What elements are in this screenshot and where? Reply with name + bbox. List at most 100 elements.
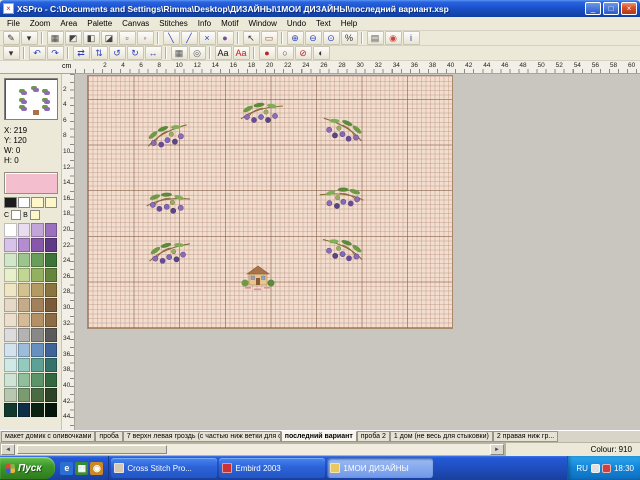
palette-swatch[interactable] [4, 403, 17, 417]
menu-text[interactable]: Text [311, 19, 336, 28]
palette-swatch[interactable] [18, 298, 31, 312]
zoom-area-tool[interactable]: ⊙ [323, 31, 340, 45]
motif-select-dropdown[interactable]: ▾ [3, 46, 20, 60]
palette-swatch[interactable] [31, 373, 44, 387]
palette-swatch[interactable] [31, 238, 44, 252]
palette-swatch[interactable] [45, 283, 58, 297]
quick-launch-icon-3[interactable]: ◉ [90, 462, 103, 475]
palette-swatch[interactable] [31, 313, 44, 327]
petite-stitch-tool[interactable]: ▫ [119, 31, 136, 45]
palette-swatch[interactable] [45, 358, 58, 372]
palette-swatch[interactable] [18, 223, 31, 237]
quarter-stitch-tool[interactable]: ◧ [83, 31, 100, 45]
menu-undo[interactable]: Undo [282, 19, 311, 28]
palette-swatch[interactable] [45, 197, 58, 208]
zoom-out-tool[interactable]: ⊖ [305, 31, 322, 45]
grid-toggle-button[interactable]: ▦ [171, 46, 188, 60]
palette-swatch[interactable] [45, 313, 58, 327]
full-stitch-tool[interactable]: ▦ [47, 31, 64, 45]
menu-info[interactable]: Info [193, 19, 216, 28]
design-tab[interactable]: проба [95, 431, 122, 442]
flip-horizontal-button[interactable]: ⇄ [73, 46, 90, 60]
undo-button[interactable]: ↶ [29, 46, 46, 60]
font-latin-button[interactable]: Aa [215, 46, 232, 60]
language-indicator[interactable]: RU [576, 464, 588, 473]
palette-swatch[interactable] [4, 268, 17, 282]
bead-tool[interactable]: ● [217, 31, 234, 45]
tray-status-icon-1[interactable] [591, 464, 600, 473]
pencil-mode-dropdown[interactable]: ▾ [21, 31, 38, 45]
menu-stitches[interactable]: Stitches [154, 19, 192, 28]
selection-arrow-tool[interactable]: ↖ [243, 31, 260, 45]
color-dim-button[interactable]: ○ [277, 46, 294, 60]
palette-swatch[interactable] [31, 253, 44, 267]
taskbar-task[interactable]: Embird 2003 [219, 458, 325, 478]
tray-status-icon-2[interactable] [602, 464, 611, 473]
pencil-tool[interactable]: ✎ [3, 31, 20, 45]
palette-swatch[interactable] [45, 328, 58, 342]
palette-swatch[interactable] [18, 197, 31, 208]
menu-motif[interactable]: Motif [216, 19, 243, 28]
menu-window[interactable]: Window [243, 19, 281, 28]
maximize-button[interactable]: □ [603, 2, 619, 15]
design-tab[interactable]: 7 верхн левая гроздь (с частью ниж ветки… [123, 431, 281, 442]
design-preview[interactable] [4, 78, 58, 120]
backstitch-tool[interactable]: ╲ [163, 31, 180, 45]
palette-swatch[interactable] [31, 283, 44, 297]
zoom-in-tool[interactable]: ⊕ [287, 31, 304, 45]
palette-swatch[interactable] [18, 283, 31, 297]
design-tab[interactable]: макет домик с оливочками [1, 431, 95, 442]
palette-swatch[interactable] [18, 343, 31, 357]
design-tab[interactable]: 1 дом (не весь для стыковки) [390, 431, 493, 442]
design-tab[interactable]: проба 2 [357, 431, 390, 442]
eraser-tool[interactable]: ▭ [261, 31, 278, 45]
color-exclude-button[interactable]: ⊘ [295, 46, 312, 60]
scroll-left-button[interactable]: ◄ [1, 444, 15, 455]
menu-file[interactable]: File [2, 19, 25, 28]
palette-swatch[interactable] [45, 268, 58, 282]
palette-swatch[interactable] [4, 343, 17, 357]
scroll-thumb[interactable] [17, 445, 167, 454]
menu-help[interactable]: Help [336, 19, 362, 28]
minimize-button[interactable]: _ [585, 2, 601, 15]
zoom-percent-button[interactable]: % [341, 31, 358, 45]
palette-swatch[interactable] [18, 373, 31, 387]
horizontal-scrollbar[interactable]: ◄ ► [0, 443, 505, 456]
start-button[interactable]: Пуск [0, 457, 55, 479]
menu-palette[interactable]: Palette [82, 19, 117, 28]
color-wheel-button[interactable]: ◉ [385, 31, 402, 45]
palette-swatch[interactable] [4, 197, 17, 208]
thread-blend-button[interactable]: ◐ [313, 46, 330, 60]
info-button[interactable]: i [403, 31, 420, 45]
app-icon[interactable]: × [3, 3, 14, 14]
menu-canvas[interactable]: Canvas [117, 19, 154, 28]
move-motif-tool[interactable]: ↔ [145, 46, 162, 60]
half-backstitch-tool[interactable]: ╱ [181, 31, 198, 45]
rotate-right-button[interactable]: ↻ [127, 46, 144, 60]
palette-swatch[interactable] [4, 358, 17, 372]
palette-swatch[interactable] [31, 268, 44, 282]
palette-swatch[interactable] [45, 298, 58, 312]
palette-swatch[interactable] [31, 197, 44, 208]
french-knot-tool[interactable]: ◦ [137, 31, 154, 45]
cross-backstitch-tool[interactable]: × [199, 31, 216, 45]
close-button[interactable]: × [621, 2, 637, 15]
center-design-button[interactable]: ◎ [189, 46, 206, 60]
palette-swatch[interactable] [31, 388, 44, 402]
threequarter-stitch-tool[interactable]: ◪ [101, 31, 118, 45]
palette-swatch[interactable] [4, 298, 17, 312]
palette-swatch[interactable] [31, 298, 44, 312]
palette-swatch[interactable] [45, 343, 58, 357]
palette-swatch[interactable] [18, 403, 31, 417]
stitch-canvas[interactable] [87, 75, 453, 329]
palette-swatch[interactable] [4, 328, 17, 342]
design-tab[interactable]: последний вариант [281, 431, 357, 442]
scroll-track[interactable] [15, 444, 490, 455]
font-cyrillic-button[interactable]: Аа [233, 46, 250, 60]
palette-swatch[interactable] [45, 223, 58, 237]
menu-zoom[interactable]: Zoom [25, 19, 55, 28]
redo-button[interactable]: ↷ [47, 46, 64, 60]
palette-swatch[interactable] [30, 210, 40, 220]
flip-vertical-button[interactable]: ⇅ [91, 46, 108, 60]
palette-swatch[interactable] [45, 403, 58, 417]
